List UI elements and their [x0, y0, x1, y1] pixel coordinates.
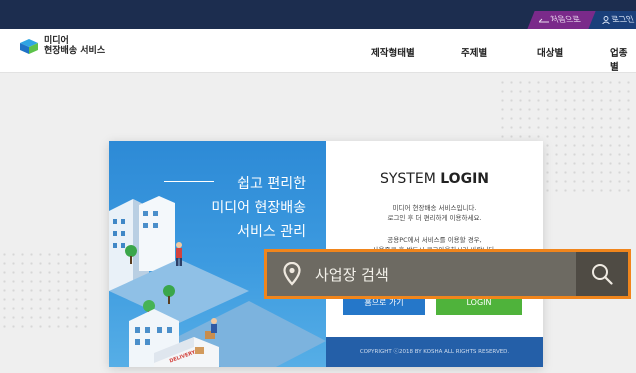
box-logo-icon [20, 39, 38, 54]
dot-pattern-left [0, 250, 90, 330]
login-tab-label: 로그인 [609, 15, 636, 24]
home-tab-label: 처음으로 [548, 15, 583, 24]
login-title-prefix: SYSTEM [379, 171, 436, 187]
location-pin-icon [283, 262, 301, 286]
notice-line1: 공용PC에서 서비스를 이용할 경우, [387, 236, 482, 244]
nav-audience[interactable]: 대상별 [537, 45, 563, 59]
home-tab[interactable]: 처음으로 [527, 11, 597, 29]
logo-line1: 미디어 [44, 36, 69, 46]
site-header: 미디어 현장배송 서비스 제작형태별 주제별 대상별 업종별 [0, 29, 636, 73]
nav-topic[interactable]: 주제별 [461, 45, 487, 59]
home-arrow-icon [538, 18, 549, 22]
site-logo[interactable]: 미디어 현장배송 서비스 [18, 36, 105, 56]
desc-line2: 로그인 후 더 편리하게 이용하세요. [387, 214, 482, 222]
nav-industry[interactable]: 업종별 [610, 45, 636, 73]
copyright-footer: COPYRIGHT ⓒ2018 BY KOSHA ALL RIGHTS RESE… [326, 337, 543, 367]
login-title: SYSTEM LOGIN [326, 171, 543, 187]
desc-line1: 미디어 현장배송 서비스입니다. [392, 204, 477, 212]
search-icon [592, 264, 613, 285]
user-icon [602, 15, 610, 24]
search-button[interactable] [576, 252, 628, 296]
nav-production-type[interactable]: 제작형태별 [371, 45, 415, 59]
top-utility-bar: 처음으로 로그인 [0, 0, 636, 29]
logo-line2: 현장배송 서비스 [44, 46, 106, 56]
search-input[interactable]: 사업장 검색 [315, 264, 576, 285]
login-title-bold: LOGIN [440, 171, 489, 187]
login-tab[interactable]: 로그인 [588, 11, 636, 29]
workplace-search-bar[interactable]: 사업장 검색 [264, 249, 631, 299]
